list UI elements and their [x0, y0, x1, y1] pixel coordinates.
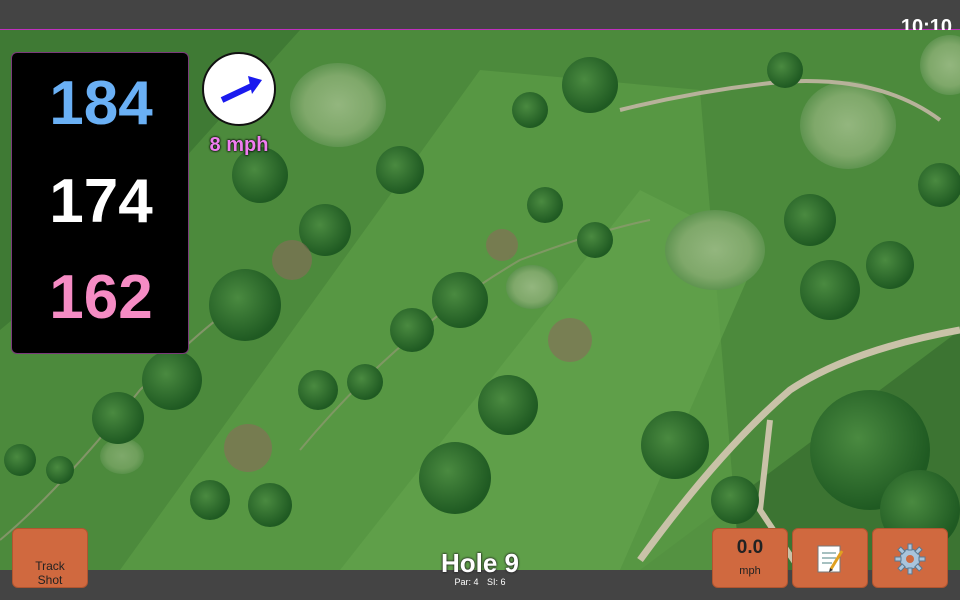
distance-back: 184 [49, 69, 153, 138]
speed-unit: mph [739, 565, 761, 577]
distance-front: 162 [49, 263, 153, 332]
notepad-icon [793, 543, 867, 575]
speed-button[interactable]: 0.0 mph [712, 528, 788, 588]
hole-si: SI: 6 [487, 577, 506, 587]
speed-value: 0.0 [736, 537, 764, 558]
track-shot-button[interactable]: Track Shot [12, 528, 88, 588]
track-shot-label: Track Shot [35, 559, 65, 587]
settings-button[interactable] [872, 528, 948, 588]
wind-arrow-icon [220, 76, 262, 103]
hole-title: Hole 9 [440, 548, 520, 578]
hole-par: Par: 4 [454, 577, 479, 587]
status-bar: 10:10 [0, 0, 960, 38]
course-map[interactable]: 184 174 162 8 mph [0, 30, 960, 570]
distance-center: 174 [49, 167, 153, 236]
notes-button[interactable] [792, 528, 868, 588]
hole-info: Par: 4 SI: 6 [380, 577, 580, 587]
wind-indicator[interactable] [202, 52, 276, 126]
distance-panel: 184 174 162 [11, 52, 189, 354]
gear-icon [873, 543, 947, 575]
wind-speed: 8 mph [209, 134, 269, 156]
